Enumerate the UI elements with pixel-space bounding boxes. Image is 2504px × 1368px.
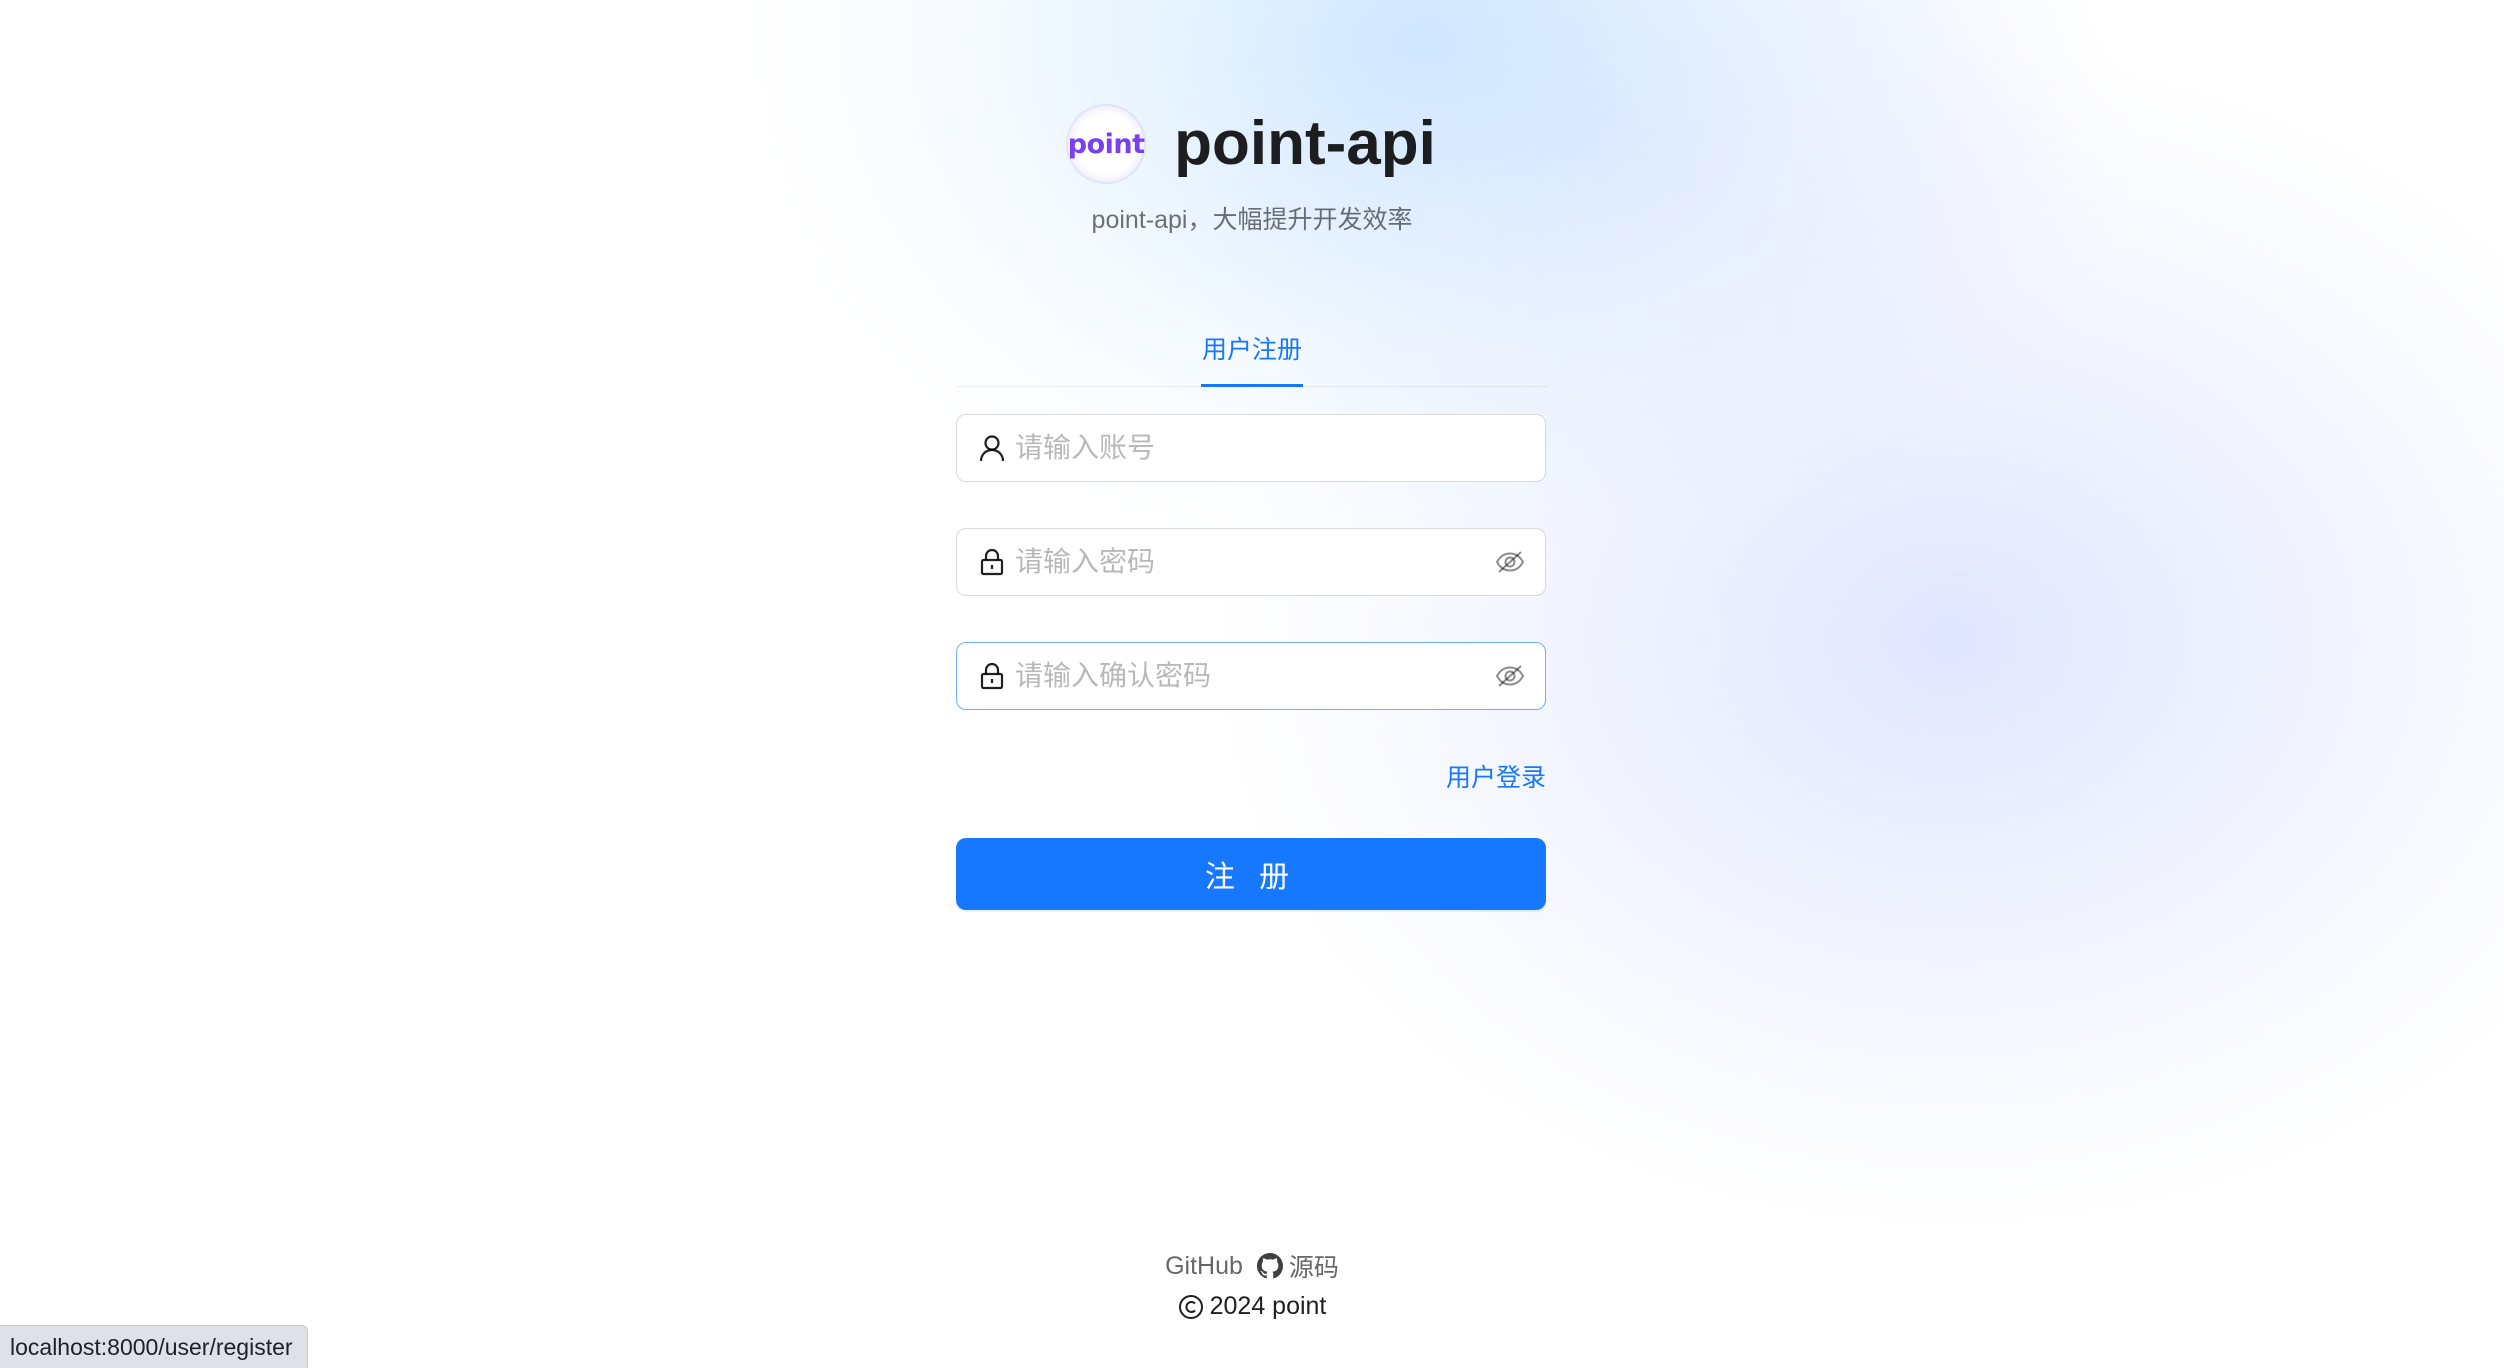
lock-icon [977,661,1007,691]
tab-register[interactable]: 用户注册 [1201,330,1303,366]
page-subtitle: point-api，大幅提升开发效率 [1091,206,1413,234]
register-button[interactable]: 注 册 [956,838,1546,910]
eye-invisible-icon[interactable] [1493,545,1527,579]
copyright-icon [1178,1294,1203,1319]
password-field[interactable] [956,528,1546,596]
password-input[interactable] [1015,532,1493,592]
account-input[interactable] [1015,418,1545,478]
eye-invisible-icon[interactable] [1493,659,1527,693]
logo-text: point [1067,128,1145,160]
user-icon [977,433,1007,463]
login-link-row: 用户登录 [956,758,1546,794]
copyright-text: 2024 point [1209,1292,1327,1320]
confirm-password-field[interactable] [956,642,1546,710]
source-link[interactable]: 源码 [1256,1248,1339,1284]
tab-active-indicator [1201,384,1303,387]
footer: GitHub 源码 2024 point [0,1248,2504,1321]
status-url: localhost:8000/user/register [10,1333,293,1360]
account-field[interactable] [956,414,1546,482]
confirm-password-input[interactable] [1015,646,1493,706]
github-icon [1256,1253,1283,1279]
lock-icon [977,547,1007,577]
page-title: point-api [1174,109,1436,178]
footer-links: GitHub 源码 [0,1248,2504,1284]
github-link[interactable]: GitHub [1165,1252,1243,1281]
tab-bar: 用户注册 [956,316,1548,387]
login-link[interactable]: 用户登录 [1446,764,1546,792]
page-header: point point-api [956,104,1548,184]
logo: point [1067,106,1145,182]
copyright: 2024 point [0,1292,2504,1321]
browser-status-bar: localhost:8000/user/register [0,1325,308,1368]
source-label: 源码 [1288,1254,1339,1282]
